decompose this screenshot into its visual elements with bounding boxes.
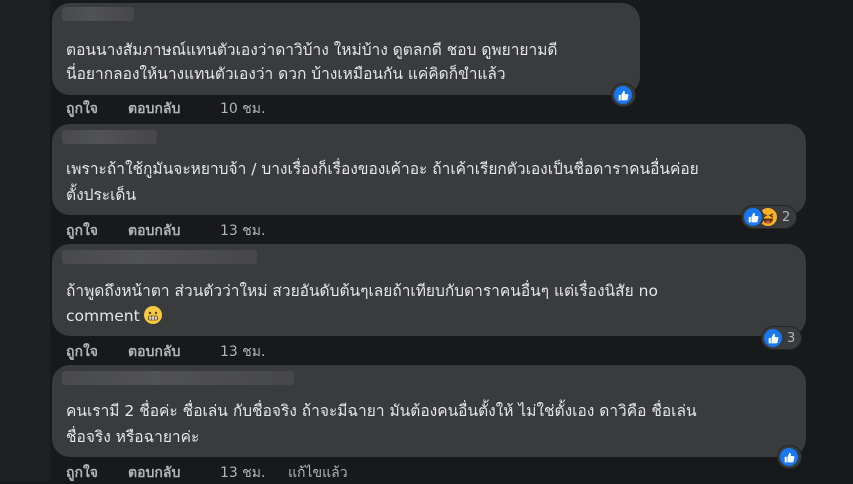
like-button[interactable]: ถูกใจ [66, 341, 98, 363]
comment-text-line-1: ถ้าพูดถึงหน้าตา ส่วนตัวว่าใหม่ สวยอันดับ… [66, 282, 658, 300]
reaction-count: 3 [787, 330, 796, 346]
reply-button[interactable]: ตอบกลับ [128, 98, 180, 120]
comment-text-line-1: คนเรามี 2 ชื่อค่ะ ชื่อเล่น กับชื่อจริง ถ… [66, 402, 697, 420]
like-icon [764, 329, 782, 347]
comment-text-line-1: เพราะถ้าใช้กูมันจะหยาบจ้า / บางเรื่องก็เ… [66, 160, 699, 178]
comment-text-line-2: นี่อยากลองให้นางแทนตัวเองว่า ดวก บ้างเหม… [66, 65, 506, 83]
redacted-author-name [62, 7, 134, 21]
reaction-summary[interactable] [612, 84, 635, 106]
comment-bubble: ถ้าพูดถึงหน้าตา ส่วนตัวว่าใหม่ สวยอันดับ… [52, 244, 806, 336]
redacted-author-name [62, 371, 294, 385]
comment-text: comment [66, 307, 140, 325]
like-icon [780, 448, 798, 466]
redacted-author-name [62, 130, 157, 144]
timestamp[interactable]: 13 ชม. [220, 341, 265, 363]
like-icon [744, 208, 762, 226]
comment-bubble: คนเรามี 2 ชื่อค่ะ ชื่อเล่น กับชื่อจริง ถ… [52, 365, 806, 457]
reaction-summary[interactable] [778, 446, 801, 468]
timestamp[interactable]: 13 ชม. [220, 220, 265, 242]
reply-button[interactable]: ตอบกลับ [128, 220, 180, 242]
reaction-summary[interactable]: 3 [762, 327, 802, 349]
reaction-count: 2 [782, 209, 791, 225]
reaction-summary[interactable]: 2 [742, 206, 797, 228]
comment-text-line-2: ชื่อจริง หรือฉายาค่ะ [66, 428, 200, 446]
reply-button[interactable]: ตอบกลับ [128, 341, 180, 363]
grimacing-emoji-icon [143, 306, 162, 324]
timestamp[interactable]: 10 ชม. [220, 98, 265, 120]
comment-bubble: เพราะถ้าใช้กูมันจะหยาบจ้า / บางเรื่องก็เ… [52, 124, 806, 215]
redacted-author-name [62, 250, 257, 264]
like-button[interactable]: ถูกใจ [66, 220, 98, 242]
comment-text-line-2: ตั้งประเด็น [66, 186, 137, 204]
comment-bubble: ตอนนางสัมภาษณ์แทนตัวเองว่าดาวิบ้าง ใหม่บ… [52, 3, 640, 95]
left-gutter [0, 0, 50, 481]
comment-text-line-1: ตอนนางสัมภาษณ์แทนตัวเองว่าดาวิบ้าง ใหม่บ… [66, 41, 558, 59]
like-icon [614, 86, 632, 104]
like-button[interactable]: ถูกใจ [66, 98, 98, 120]
comment-text-line-2: comment [66, 304, 162, 329]
